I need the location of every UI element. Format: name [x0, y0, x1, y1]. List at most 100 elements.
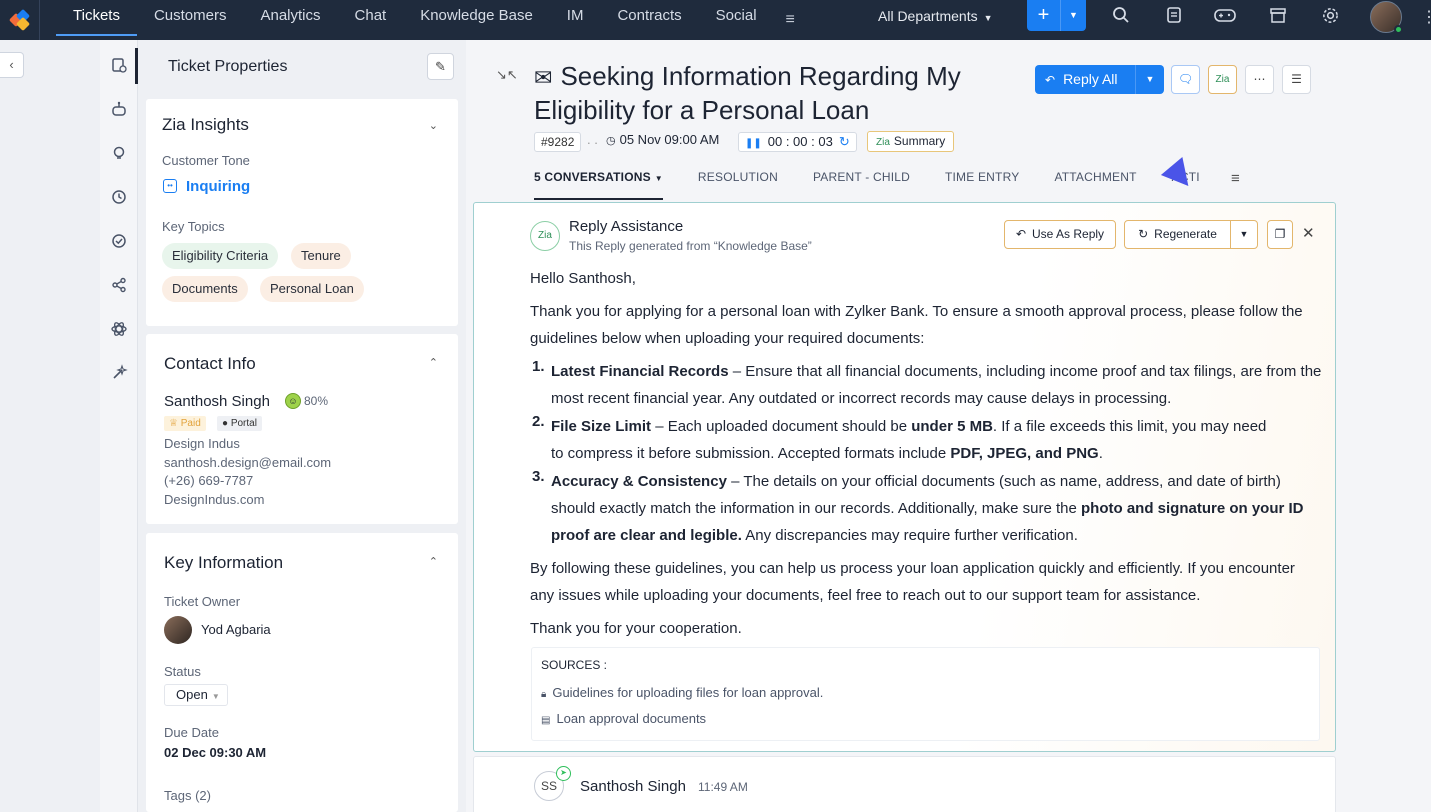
- reply-intro: Thank you for applying for a personal lo…: [530, 303, 1303, 347]
- topic-chip: Personal Loan: [260, 276, 364, 302]
- magic-wand-icon[interactable]: [108, 364, 130, 386]
- bulb-icon[interactable]: [108, 144, 130, 166]
- contact-website[interactable]: DesignIndus.com: [164, 492, 264, 507]
- history-icon[interactable]: [108, 188, 130, 210]
- nav-tab-analytics[interactable]: Analytics: [243, 0, 337, 40]
- document-icon: ▤: [541, 715, 551, 726]
- paid-badge: ♕ Paid: [164, 416, 206, 431]
- contact-name[interactable]: Santhosh Singh: [164, 393, 270, 410]
- layers-button[interactable]: ☰: [1282, 65, 1311, 94]
- edit-properties-button[interactable]: ✎: [427, 53, 454, 80]
- chevron-down-icon[interactable]: ▼: [1136, 65, 1164, 94]
- quick-add-button[interactable]: + ▼: [1027, 0, 1086, 31]
- status-dropdown[interactable]: Open ▼: [164, 684, 228, 706]
- tab-resolution[interactable]: RESOLUTION: [698, 170, 778, 200]
- app-grid-icon[interactable]: ⋮: [1421, 7, 1431, 27]
- menu-lines-icon[interactable]: ≡: [774, 4, 807, 36]
- chevron-up-icon[interactable]: ⌃: [429, 356, 438, 369]
- regenerate-button[interactable]: ↻ Regenerate ▼: [1124, 220, 1258, 249]
- store-icon[interactable]: [1267, 6, 1289, 26]
- reply-all-label: Reply All: [1063, 71, 1118, 87]
- notes-icon[interactable]: [1163, 6, 1185, 26]
- comment-button[interactable]: 🗨: [1171, 65, 1200, 94]
- paid-badge-label: Paid: [180, 418, 201, 429]
- nav-tab-tickets[interactable]: Tickets: [56, 0, 137, 40]
- gamepad-icon[interactable]: [1214, 6, 1236, 26]
- list-item-heading: File Size Limit: [551, 418, 652, 435]
- reply-all-main[interactable]: ↶ Reply All: [1035, 65, 1136, 94]
- regenerate-label: Regenerate: [1154, 227, 1217, 241]
- department-selector[interactable]: All Departments ▼: [878, 8, 993, 24]
- reset-timer-icon[interactable]: ↻: [839, 134, 850, 149]
- use-as-reply-button[interactable]: ↶ Use As Reply: [1004, 220, 1116, 249]
- share-icon[interactable]: [108, 276, 130, 298]
- ticket-owner-label: Ticket Owner: [164, 594, 241, 609]
- thread-sender-name[interactable]: Santhosh Singh: [580, 778, 686, 795]
- collapse-sidebar-button[interactable]: ‹: [0, 52, 24, 78]
- list-item-text: – Each uploaded document should be: [651, 418, 912, 435]
- ticket-detail-main: ↘↖ ✉ Seeking Information Regarding My Eli…: [466, 40, 1431, 812]
- crown-icon: ♕: [169, 418, 181, 429]
- ticket-properties-icon[interactable]: [108, 56, 130, 78]
- reply-assistance-card: Zia Reply Assistance This Reply generate…: [473, 202, 1336, 752]
- tab-conversations[interactable]: 5 CONVERSATIONS ▼: [534, 170, 663, 200]
- use-as-reply-label: Use As Reply: [1032, 227, 1105, 241]
- app-logo[interactable]: [0, 0, 40, 40]
- ellipsis-icon: ⋯: [1253, 72, 1266, 86]
- contact-phone[interactable]: (+26) 669-7787: [164, 473, 253, 488]
- copy-icon: ❐: [1274, 227, 1286, 241]
- copy-button[interactable]: ❐: [1267, 220, 1293, 249]
- zia-bot-icon[interactable]: [108, 100, 130, 122]
- conversation-thread-item[interactable]: SS ➤ Santhosh Singh 11:49 AM: [473, 756, 1336, 812]
- source-label: Loan approval documents: [556, 711, 707, 726]
- tab-attachment[interactable]: ATTACHMENT: [1054, 170, 1136, 200]
- reply-assistance-subtitle: This Reply generated from “Knowledge Bas…: [569, 239, 812, 253]
- module-tabs: Tickets Customers Analytics Chat Knowled…: [56, 0, 807, 40]
- key-information-title: Key Information: [164, 553, 284, 572]
- list-item: File Size Limit – Each uploaded document…: [551, 413, 1281, 467]
- nav-tab-im[interactable]: IM: [550, 0, 601, 40]
- more-options-button[interactable]: ⋯: [1245, 65, 1274, 94]
- close-icon[interactable]: ✕: [1302, 224, 1315, 242]
- menu-lines-icon[interactable]: ≡: [1231, 170, 1240, 187]
- collapse-arrows-icon[interactable]: ↘↖: [496, 67, 518, 83]
- source-link[interactable]: 🔒︎ Guidelines for uploading files for loa…: [541, 685, 823, 700]
- ticket-subject-text: Seeking Information Regarding My Eligibi…: [534, 61, 961, 125]
- nav-tab-social[interactable]: Social: [699, 0, 774, 40]
- user-avatar[interactable]: [1370, 1, 1403, 34]
- chevron-down-icon: ▼: [654, 174, 663, 183]
- ticket-number[interactable]: #9282: [534, 132, 582, 152]
- tab-time-entry[interactable]: TIME ENTRY: [945, 170, 1019, 200]
- zia-insights-title: Zia Insights: [162, 115, 249, 134]
- gear-icon[interactable]: [1319, 6, 1341, 26]
- regenerate-main[interactable]: ↻ Regenerate: [1125, 221, 1231, 248]
- zia-button[interactable]: Zia: [1208, 65, 1237, 94]
- check-circle-icon[interactable]: [108, 232, 130, 254]
- source-link[interactable]: ▤ Loan approval documents: [541, 711, 706, 726]
- reply-icon: ↶: [1015, 227, 1027, 241]
- atom-icon[interactable]: [108, 320, 130, 342]
- owner-avatar: [164, 616, 192, 644]
- nav-tab-chat[interactable]: Chat: [338, 0, 404, 40]
- chevron-down-icon[interactable]: ▼: [1231, 221, 1257, 248]
- reply-all-button[interactable]: ↶ Reply All ▼: [1035, 65, 1164, 94]
- contact-email[interactable]: santhosh.design@email.com: [164, 455, 331, 470]
- tab-parent-child[interactable]: PARENT - CHILD: [813, 170, 910, 200]
- portal-dot-icon: ●: [222, 418, 231, 429]
- reply-greeting: Hello Santhosh,: [530, 270, 636, 287]
- chevron-up-icon[interactable]: ⌃: [429, 555, 438, 568]
- pause-icon[interactable]: ❚❚: [745, 138, 762, 149]
- zia-icon: Zia: [1215, 74, 1230, 85]
- search-icon[interactable]: [1110, 6, 1132, 26]
- ticket-owner-name[interactable]: Yod Agbaria: [201, 622, 271, 637]
- nav-tab-contracts[interactable]: Contracts: [600, 0, 698, 40]
- list-item: Latest Financial Records – Ensure that a…: [551, 358, 1341, 412]
- due-date-value[interactable]: 02 Dec 09:30 AM: [164, 745, 266, 760]
- nav-tab-customers[interactable]: Customers: [137, 0, 244, 40]
- chevron-down-icon[interactable]: ▼: [1061, 0, 1086, 31]
- plus-icon[interactable]: +: [1027, 0, 1061, 31]
- chevron-down-icon[interactable]: ⌄: [429, 119, 438, 132]
- summary-button[interactable]: Zia Summary: [867, 131, 955, 152]
- topic-chip: Tenure: [291, 243, 351, 269]
- nav-tab-knowledge-base[interactable]: Knowledge Base: [403, 0, 550, 40]
